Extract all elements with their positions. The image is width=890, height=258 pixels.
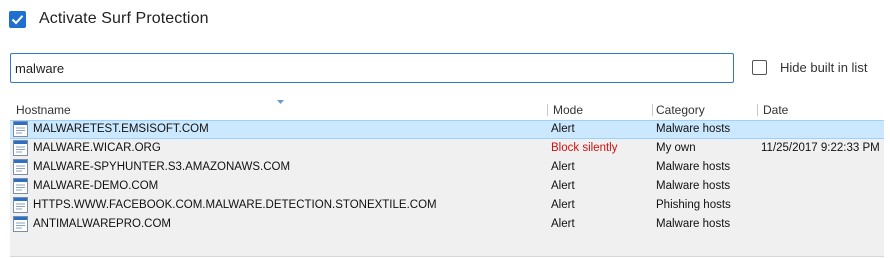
table-row[interactable]: ANTIMALWAREPRO.COM Alert Malware hosts: [10, 215, 884, 234]
cell-category: Malware hosts: [656, 123, 731, 135]
cell-mode: Alert: [551, 123, 575, 135]
cell-mode: Alert: [551, 180, 575, 192]
cell-mode: Alert: [551, 199, 575, 211]
cell-hostname: MALWARETEST.EMSISOFT.COM: [33, 123, 209, 135]
cell-category: My own: [656, 142, 696, 154]
cell-category: Malware hosts: [656, 180, 731, 192]
cell-mode: Alert: [551, 161, 575, 173]
column-separator[interactable]: [547, 104, 548, 116]
host-file-icon: [13, 140, 28, 156]
cell-hostname: ANTIMALWAREPRO.COM: [33, 218, 172, 230]
hide-builtin-toggle[interactable]: Hide built in list: [752, 60, 867, 75]
cell-hostname: HTTPS.WWW.FACEBOOK.COM.MALWARE.DETECTION…: [33, 199, 437, 211]
host-file-icon: [13, 178, 28, 194]
header-date[interactable]: Date: [763, 103, 788, 117]
table-row[interactable]: MALWARE.WICAR.ORG Block silently My own 11/…: [10, 139, 884, 158]
header-mode[interactable]: Mode: [553, 103, 583, 117]
activate-checkbox[interactable]: [9, 10, 26, 28]
activate-label: Activate Surf Protection: [39, 10, 209, 27]
host-file-icon: [13, 159, 28, 175]
table-row[interactable]: MALWARE-DEMO.COM Alert Malware hosts: [10, 177, 884, 196]
hosts-table: Hostname Mode Category Date MALWARETEST.…: [10, 99, 884, 257]
cell-date: 11/25/2017 9:22:33 PM: [761, 142, 880, 154]
hide-builtin-label: Hide built in list: [780, 60, 868, 75]
table-row[interactable]: MALWARE-SPYHUNTER.S3.AMAZONAWS.COM Alert M…: [10, 158, 884, 177]
cell-hostname: MALWARE-DEMO.COM: [33, 180, 159, 192]
table-row[interactable]: MALWARETEST.EMSISOFT.COM Alert Malware hos…: [10, 120, 884, 139]
hide-builtin-checkbox[interactable]: [752, 60, 767, 75]
table-body: MALWARETEST.EMSISOFT.COM Alert Malware hos…: [10, 120, 884, 234]
sort-descending-icon: [277, 100, 284, 104]
activate-surf-protection-toggle[interactable]: Activate Surf Protection: [9, 8, 209, 30]
column-separator[interactable]: [652, 104, 653, 116]
table-header: Hostname Mode Category Date: [10, 99, 884, 120]
cell-category: Malware hosts: [656, 161, 731, 173]
cell-category: Malware hosts: [656, 218, 731, 230]
search-field[interactable]: [10, 53, 734, 83]
cell-mode: Block silently: [551, 142, 618, 154]
table-row[interactable]: HTTPS.WWW.FACEBOOK.COM.MALWARE.DETECTION…: [10, 196, 884, 215]
header-hostname[interactable]: Hostname: [16, 103, 71, 117]
host-file-icon: [13, 121, 28, 137]
cell-hostname: MALWARE.WICAR.ORG: [33, 142, 161, 154]
cell-category: Phishing hosts: [656, 199, 731, 211]
checkmark-icon: [11, 14, 24, 24]
column-separator[interactable]: [757, 104, 758, 116]
cell-mode: Alert: [551, 218, 575, 230]
cell-hostname: MALWARE-SPYHUNTER.S3.AMAZONAWS.COM: [33, 161, 291, 173]
search-input[interactable]: [15, 60, 733, 76]
host-file-icon: [13, 216, 28, 232]
header-category[interactable]: Category: [656, 103, 705, 117]
host-file-icon: [13, 197, 28, 213]
